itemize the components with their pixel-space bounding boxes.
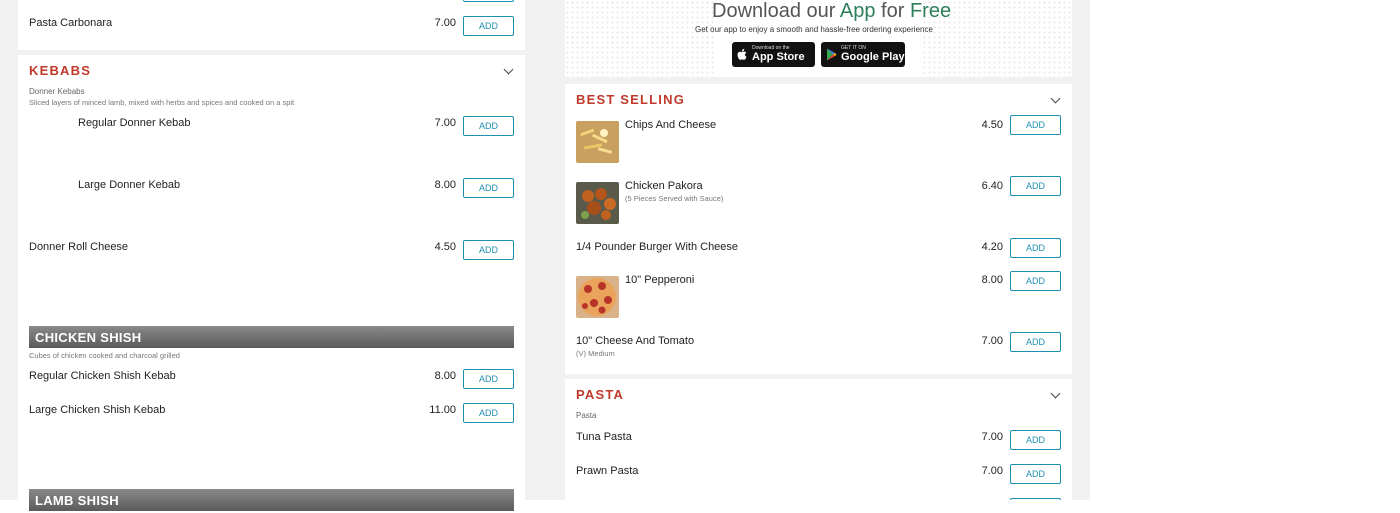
category-title[interactable]: PASTA [576,387,624,402]
add-button[interactable]: ADD [463,240,514,260]
chevron-down-icon[interactable] [503,64,514,75]
download-title-text: Download our [712,0,836,22]
google-play-icon [827,48,837,61]
chevron-down-icon[interactable] [1050,388,1061,399]
group-title: Pasta [576,411,597,420]
item-price: 8.00 [981,274,1003,286]
item-name: 10" Cheese And Tomato [576,335,695,347]
group-description: Sliced layers of minced lamb, mixed with… [29,98,295,107]
chevron-down-icon[interactable] [1050,93,1061,104]
add-button[interactable]: ADD [463,369,514,389]
banner-pattern [565,0,715,77]
item-price: 7.00 [434,117,456,129]
item-price: 8.00 [434,179,456,191]
add-button[interactable] [463,0,514,2]
item-price: 11.00 [429,404,456,416]
menu-card-kebabs: KEBABS Donner Kebabs Sliced layers of mi… [18,55,525,511]
google-play-big-text: Google Play [841,51,905,63]
item-image[interactable] [576,182,619,224]
add-button[interactable]: ADD [463,116,514,136]
item-name: Regular Chicken Shish Kebab [29,370,176,382]
page: Pasta Carbonara 7.00 ADD KEBABS Donner K… [0,0,1400,511]
menu-card-pasta: PASTA Pasta Tuna Pasta 7.00 ADD Prawn Pa… [565,379,1072,500]
add-button[interactable]: ADD [1010,464,1061,484]
download-title: Download our App for Free [712,0,951,23]
download-app-banner: Download our App for Free Get our app to… [565,0,1072,77]
section-banner-lamb-shish: LAMB SHISH [29,489,514,511]
item-name: 1/4 Pounder Burger With Cheese [576,241,739,253]
item-name: Donner Roll Cheese [29,241,129,253]
category-title[interactable]: BEST SELLING [576,92,685,107]
google-play-button[interactable]: GET IT ON Google Play [821,42,905,67]
item-name: Regular Donner Kebab [78,117,191,129]
menu-card-pasta-left: Pasta Carbonara 7.00 ADD [18,0,525,50]
menu-card-best-selling: BEST SELLING Chips And Cheese 4.50 ADD C… [565,84,1072,374]
item-name: Large Chicken Shish Kebab [29,404,166,416]
download-title-free: Free [909,0,952,22]
item-name: Prawn Pasta [576,465,639,477]
item-name: Pasta Carbonara [29,17,113,29]
item-price: 8.00 [434,370,456,382]
add-button[interactable]: ADD [1010,176,1061,196]
app-store-button[interactable]: Download on the App Store [732,42,815,67]
category-title[interactable]: KEBABS [29,63,91,78]
item-note: (5 Pieces Served with Sauce) [625,194,724,203]
section-description: Cubes of chicken cooked and charcoal gri… [29,351,180,360]
item-price: 7.00 [981,465,1003,477]
app-store-big-text: App Store [752,51,805,63]
item-price: 6.40 [981,180,1003,192]
item-price: 7.00 [981,335,1003,347]
add-button[interactable]: ADD [1010,332,1061,352]
add-button[interactable]: ADD [1010,271,1061,291]
item-name: Large Donner Kebab [78,179,181,191]
item-name: 10" Pepperoni [625,274,695,286]
item-name: Chips And Cheese [625,119,717,131]
item-name: Tuna Pasta [576,431,632,443]
add-button[interactable]: ADD [463,403,514,423]
group-title: Donner Kebabs [29,87,85,96]
download-title-for: for [881,0,905,22]
add-button[interactable]: ADD [463,16,514,36]
apple-icon [737,48,747,60]
item-price: 4.50 [981,119,1003,131]
section-banner-chicken-shish: CHICKEN SHISH [29,326,514,348]
item-price: 4.20 [981,241,1003,253]
item-note: (V) Medium [576,349,615,358]
item-price: 7.00 [981,431,1003,443]
add-button[interactable]: ADD [463,178,514,198]
item-price: 4.50 [434,241,456,253]
add-button[interactable]: ADD [1010,238,1061,258]
download-subtitle: Get our app to enjoy a smooth and hassle… [695,25,933,34]
item-image[interactable] [576,276,619,318]
item-price: 7.00 [434,17,456,29]
item-image[interactable] [576,121,619,163]
download-title-app: App [839,0,876,22]
add-button[interactable]: ADD [1010,430,1061,450]
add-button[interactable]: ADD [1010,115,1061,135]
item-name: Chicken Pakora [625,180,703,192]
